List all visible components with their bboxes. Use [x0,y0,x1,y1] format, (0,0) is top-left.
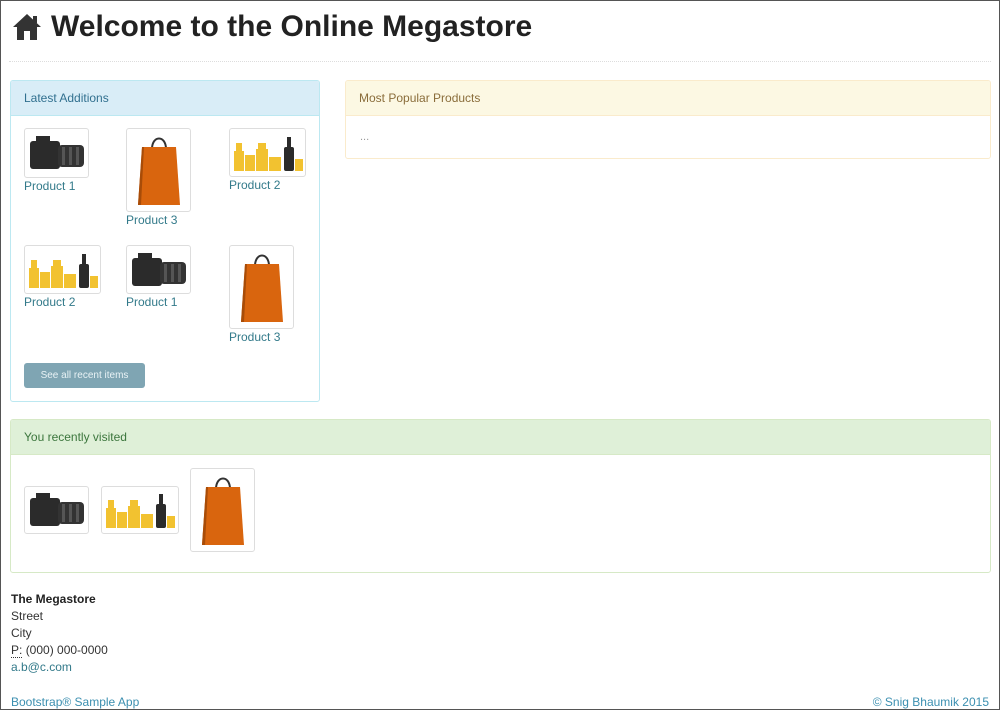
product-label[interactable]: Product 3 [126,213,177,227]
cosmetics-icon [233,136,303,171]
home-icon [13,14,41,40]
phone-number: (000) 000-0000 [25,643,108,657]
footer-copyright: © Snig Bhaumik 2015 [872,695,989,709]
most-popular-heading: Most Popular Products [346,81,990,116]
product-label[interactable]: Product 1 [126,295,177,309]
shopping-bag-icon [137,137,180,205]
camera-icon [29,136,84,169]
recently-visited-panel: You recently visited [10,419,991,573]
most-popular-panel: Most Popular Products ... [345,80,991,159]
visited-thumbnail[interactable] [24,486,89,534]
store-name: The Megastore [11,592,96,606]
shopping-bag-icon [201,477,244,545]
page-title: Welcome to the Online Megastore [51,10,533,43]
footer-app-name[interactable]: Bootstrap® Sample App [11,695,139,709]
address-block: The Megastore Street City P: (000) 000-0… [11,591,108,676]
email-link[interactable]: a.b@c.com [11,659,108,676]
see-all-recent-button[interactable]: See all recent items [24,363,145,388]
header-divider [9,61,991,62]
city-line: City [11,626,32,640]
street-line: Street [11,609,44,623]
product-thumbnail[interactable] [126,128,191,212]
latest-additions-heading: Latest Additions [11,81,319,116]
popular-placeholder: ... [360,131,370,143]
product-label[interactable]: Product 2 [229,178,280,192]
product-thumbnail[interactable] [126,245,191,294]
product-label[interactable]: Product 3 [229,330,280,344]
visited-thumbnail[interactable] [101,486,179,534]
camera-icon [29,493,84,526]
visited-thumbnail[interactable] [190,468,255,552]
product-thumbnail[interactable] [229,245,294,329]
latest-additions-panel: Latest Additions Product 1 Product 3 Pro… [10,80,320,402]
product-label[interactable]: Product 2 [24,295,75,309]
product-thumbnail[interactable] [24,128,89,178]
product-thumbnail[interactable] [24,245,101,294]
shopping-bag-icon [240,254,283,322]
phone-line: P: (000) 000-0000 [11,642,108,659]
phone-abbr: P: [11,643,23,658]
page-header: Welcome to the Online Megastore [11,7,532,47]
product-label[interactable]: Product 1 [24,179,75,193]
recently-visited-heading: You recently visited [11,420,990,455]
cosmetics-icon [28,253,98,288]
cosmetics-icon [106,494,175,528]
product-thumbnail[interactable] [229,128,306,177]
camera-icon [131,252,186,286]
